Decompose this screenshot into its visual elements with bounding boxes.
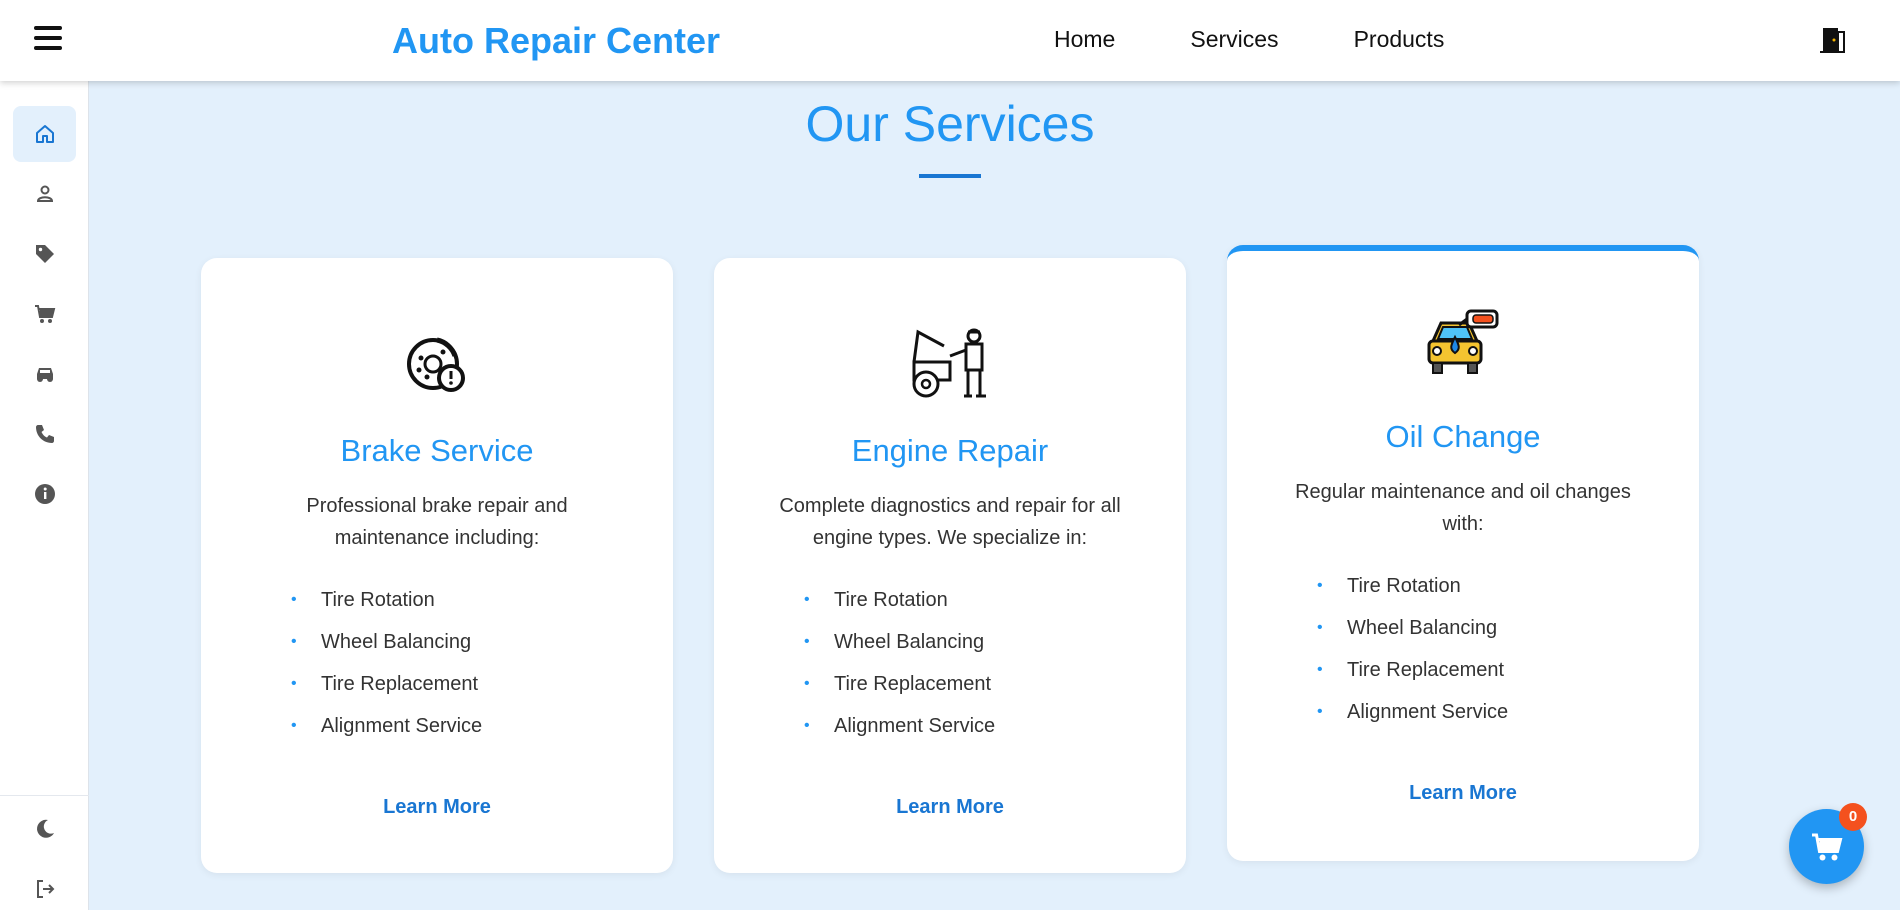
list-item: Tire Rotation <box>1317 565 1508 607</box>
moon-icon <box>36 819 54 838</box>
sidebar-item-profile[interactable] <box>13 166 76 222</box>
top-header: Auto Repair Center Home Services Product… <box>0 0 1900 81</box>
car-icon <box>36 368 53 382</box>
sidebar-divider <box>0 795 89 796</box>
oil-car-icon <box>1427 309 1499 374</box>
card-feature-list: Tire Rotation Wheel Balancing Tire Repla… <box>804 579 995 747</box>
service-card-brake: Brake Service Professional brake repair … <box>201 258 673 873</box>
nav-home[interactable]: Home <box>1054 26 1115 53</box>
brake-disc-icon <box>407 337 465 392</box>
sidebar-item-contact[interactable] <box>13 406 76 462</box>
card-description: Regular maintenance and oil changes with… <box>1295 481 1631 535</box>
main-nav: Home Services Products <box>1054 26 1519 53</box>
home-icon <box>35 125 54 143</box>
nav-products[interactable]: Products <box>1354 26 1445 53</box>
user-icon <box>36 185 53 202</box>
sidebar <box>0 81 89 910</box>
mechanic-icon <box>912 328 986 398</box>
sidebar-item-about[interactable] <box>13 466 76 522</box>
list-item: Tire Replacement <box>804 663 995 705</box>
cart-icon <box>34 305 55 323</box>
card-feature-list: Tire Rotation Wheel Balancing Tire Repla… <box>291 579 482 747</box>
list-item: Wheel Balancing <box>1317 607 1508 649</box>
menu-icon[interactable] <box>34 26 62 50</box>
sidebar-item-vehicles[interactable] <box>13 346 76 402</box>
card-description: Complete diagnostics and repair for all … <box>779 495 1121 549</box>
info-icon <box>34 484 55 504</box>
cart-icon <box>1811 833 1842 860</box>
card-title: Engine Repair <box>851 433 1049 468</box>
cart-count-badge: 0 <box>1839 803 1867 831</box>
list-item: Alignment Service <box>291 705 482 747</box>
sidebar-item-home[interactable] <box>13 106 76 162</box>
learn-more-link[interactable]: Learn More <box>201 796 673 819</box>
list-item: Tire Replacement <box>291 663 482 705</box>
brand-title[interactable]: Auto Repair Center <box>392 20 720 62</box>
service-card-oil: Oil Change Regular maintenance and oil c… <box>1227 245 1699 861</box>
sidebar-item-tags[interactable] <box>13 226 76 282</box>
card-title: Oil Change <box>1385 419 1541 454</box>
list-item: Tire Rotation <box>291 579 482 621</box>
phone-icon <box>35 425 54 443</box>
logout-icon <box>36 880 54 898</box>
card-feature-list: Tire Rotation Wheel Balancing Tire Repla… <box>1317 565 1508 733</box>
learn-more-link[interactable]: Learn More <box>714 796 1186 819</box>
tag-icon <box>35 245 54 263</box>
nav-services[interactable]: Services <box>1190 26 1278 53</box>
list-item: Wheel Balancing <box>804 621 995 663</box>
list-item: Tire Replacement <box>1317 649 1508 691</box>
sidebar-item-cart[interactable] <box>13 286 76 342</box>
list-item: Alignment Service <box>1317 691 1508 733</box>
card-title: Brake Service <box>340 433 534 468</box>
card-description: Professional brake repair and maintenanc… <box>306 495 568 549</box>
learn-more-link[interactable]: Learn More <box>1227 782 1699 805</box>
sidebar-item-logout[interactable] <box>13 861 76 910</box>
list-item: Alignment Service <box>804 705 995 747</box>
list-item: Tire Rotation <box>804 579 995 621</box>
door-icon[interactable] <box>1818 26 1846 54</box>
service-card-engine: Engine Repair Complete diagnostics and r… <box>714 258 1186 873</box>
sidebar-item-theme[interactable] <box>13 801 76 857</box>
section-title: Our Services <box>805 96 1095 152</box>
title-underline <box>919 174 981 178</box>
list-item: Wheel Balancing <box>291 621 482 663</box>
